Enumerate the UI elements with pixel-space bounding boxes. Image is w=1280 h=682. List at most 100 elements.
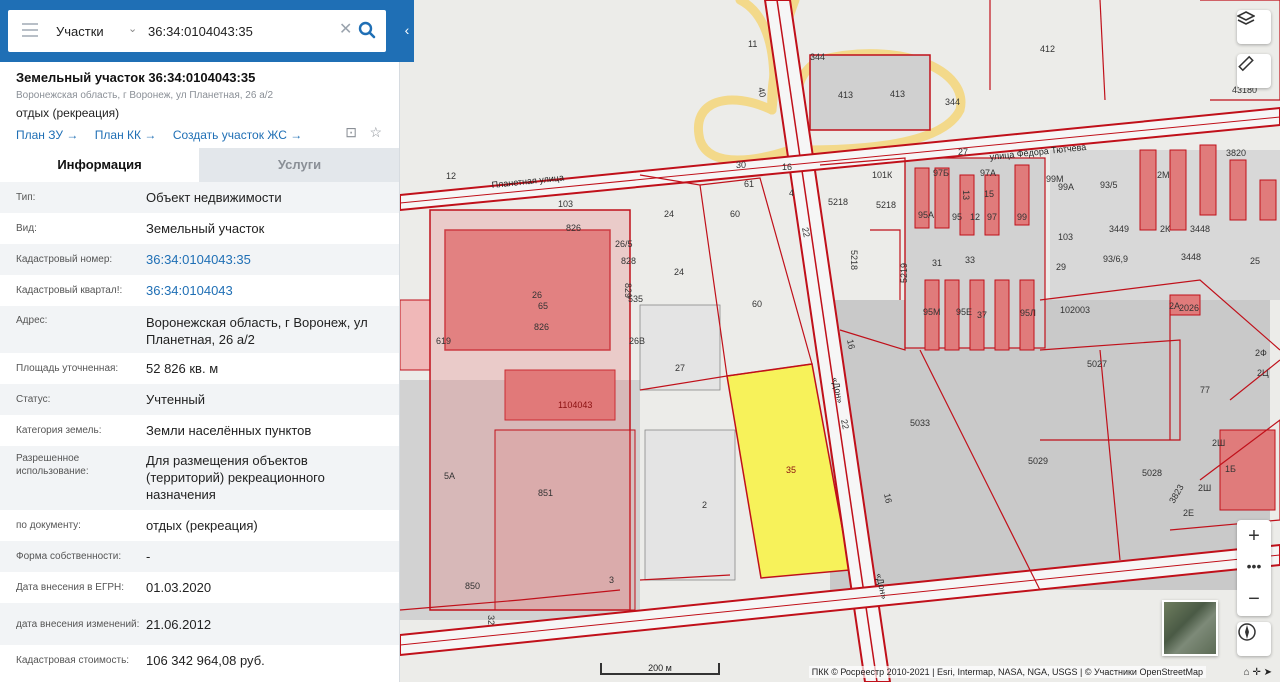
parcel-label: 60 — [730, 209, 740, 219]
parcel-label: 77 — [1200, 385, 1210, 395]
zoom-out-button[interactable]: − — [1248, 584, 1260, 616]
tab-services[interactable]: Услуги — [199, 148, 399, 182]
prop-row: Форма собственности: - — [0, 541, 399, 572]
prop-label: Кадастровая стоимость: — [16, 655, 130, 666]
ruler-icon[interactable] — [1237, 54, 1271, 88]
parcel-label: 5033 — [910, 418, 930, 428]
prop-value: Земли населённых пунктов — [146, 423, 312, 438]
parcel-label: 103 — [558, 199, 573, 209]
layer-select[interactable]: Участки — [56, 24, 104, 39]
chevron-down-icon[interactable]: ⌄ — [128, 22, 137, 35]
prop-value: Объект недвижимости — [146, 190, 282, 205]
prop-label: Кадастровый номер: — [16, 254, 113, 265]
prop-label: дата внесения изменений: — [16, 618, 140, 630]
prop-row: Категория земель: Земли населённых пункт… — [0, 415, 399, 446]
layers-icon[interactable] — [1237, 10, 1271, 44]
cursor-icon[interactable]: ➤ — [1264, 667, 1272, 678]
parcel-label: 2Ш — [1198, 483, 1211, 493]
parcel-label: 412 — [1040, 44, 1055, 54]
parcel-label: 61 — [744, 179, 754, 189]
prop-value: отдых (рекреация) — [146, 518, 258, 533]
parcel-label: 15 — [984, 189, 994, 199]
parcel-label: 5027 — [1087, 359, 1107, 369]
parcel-label: 3820 — [1226, 148, 1246, 158]
collapse-panel-icon[interactable]: ‹ — [400, 22, 414, 38]
parcel-label: 24 — [674, 267, 684, 277]
parcel-label: 93/6,9 — [1103, 254, 1128, 264]
search-icon[interactable] — [358, 21, 376, 39]
parcel-label: 13 — [961, 190, 971, 200]
parcel-label: 31 — [932, 258, 942, 268]
prop-row: Дата внесения в ЕГРН: 01.03.2020 — [0, 572, 399, 603]
menu-icon[interactable] — [22, 23, 38, 37]
locate-icon[interactable]: ✛ — [1252, 667, 1260, 678]
prop-value: Воронежская область, г Воронеж, ул Плане… — [146, 315, 368, 347]
map-view[interactable]: Планетная улица улица Фёдора Тютчева «До… — [400, 0, 1280, 682]
prop-row: дата внесения изменений: 21.06.2012 — [0, 603, 399, 645]
parcel-label: 5218 — [828, 197, 848, 207]
parcel-label: 1Б — [1225, 464, 1236, 474]
zoom-to-object-icon[interactable]: ⊡ — [345, 124, 357, 140]
parcel-label: 102003 — [1060, 305, 1090, 315]
prop-row: Адрес: Воронежская область, г Воронеж, у… — [0, 306, 399, 353]
search-input[interactable]: 36:34:0104043:35 — [148, 24, 253, 39]
parcel-label: 22 — [839, 418, 851, 430]
parcel-label: 3 — [609, 575, 614, 585]
parcel-label: 26/5 — [615, 239, 633, 249]
parcel-label: 32 — [486, 615, 496, 625]
prop-label: Кадастровый квартал!: — [16, 285, 123, 296]
parcel-label: 619 — [436, 336, 451, 346]
properties-list: Тип: Объект недвижимости Вид: Земельный … — [0, 182, 399, 676]
parcel-label: 850 — [465, 581, 480, 591]
parcel-label: 35 — [786, 465, 796, 475]
parcel-label: 40 — [756, 86, 768, 98]
prop-row: Кадастровый квартал!: 36:34:0104043 — [0, 275, 399, 306]
parcel-label: 828 — [621, 256, 636, 266]
scale-bar: 200 м — [600, 663, 720, 675]
parcel-label: 413 — [838, 90, 853, 100]
parcel-label: 27 — [958, 147, 968, 157]
parcel-label: 95М — [923, 307, 941, 317]
parcel-label: 99А — [1058, 182, 1074, 192]
tab-info[interactable]: Информация — [0, 148, 199, 182]
parcel-label: 29 — [1056, 262, 1066, 272]
star-icon[interactable]: ☆ — [369, 124, 382, 140]
prop-row: Разрешенное использование: Для размещени… — [0, 446, 399, 510]
prop-row: Площадь уточненная: 52 826 кв. м — [0, 353, 399, 384]
parcel-label: 25 — [1250, 256, 1260, 266]
parcel-label: 97Б — [933, 168, 949, 178]
parcel-label: 24 — [664, 209, 674, 219]
prop-value: Для размещения объектов (территорий) рек… — [146, 453, 325, 502]
cadastral-quarter-link[interactable]: 36:34:0104043 — [146, 282, 384, 299]
prop-label: Категория земель: — [16, 425, 102, 436]
parcel-label: 33 — [965, 255, 975, 265]
home-icon[interactable]: ⌂ — [1244, 667, 1250, 678]
cadastral-number-link[interactable]: 36:34:0104043:35 — [146, 251, 384, 268]
parcel-label: 3448 — [1190, 224, 1210, 234]
prop-value: - — [146, 549, 151, 564]
map-canvas[interactable]: Планетная улица улица Фёдора Тютчева «До… — [400, 0, 1280, 682]
app-root: Земельный участок 36:34:0104043:35 Ворон… — [0, 0, 1280, 682]
object-address: Воронежская область, г Воронеж, ул Плане… — [16, 90, 274, 101]
parcel-label: 101К — [872, 170, 893, 180]
parcel-label: 16 — [782, 162, 792, 172]
parcel-label: 344 — [945, 97, 960, 107]
parcel-label: 2К — [1160, 224, 1171, 234]
card-tools: ⊡ ☆ — [337, 124, 382, 142]
plan-zu-link[interactable]: План ЗУ → — [16, 128, 78, 142]
parcel-label: 26 — [532, 290, 542, 300]
prop-row: Вид: Земельный участок — [0, 213, 399, 244]
compass-icon[interactable] — [1237, 622, 1271, 656]
more-icon[interactable]: ••• — [1247, 552, 1262, 584]
clear-icon[interactable]: ✕ — [339, 19, 352, 39]
prop-value: 01.03.2020 — [146, 580, 212, 595]
prop-row: Кадастровый номер: 36:34:0104043:35 — [0, 244, 399, 275]
parcel-label: 2Ц — [1257, 368, 1269, 378]
basemap-switcher[interactable] — [1162, 600, 1218, 656]
search-box: Участки ⌄ 36:34:0104043:35 ✕ — [8, 10, 386, 52]
parcel-label: 95 — [952, 212, 962, 222]
parcel-label: 103 — [1058, 232, 1073, 242]
create-parcel-link[interactable]: Создать участок ЖС → — [173, 128, 302, 142]
plan-kk-link[interactable]: План КК → — [95, 128, 157, 142]
zoom-in-button[interactable]: + — [1248, 520, 1260, 552]
